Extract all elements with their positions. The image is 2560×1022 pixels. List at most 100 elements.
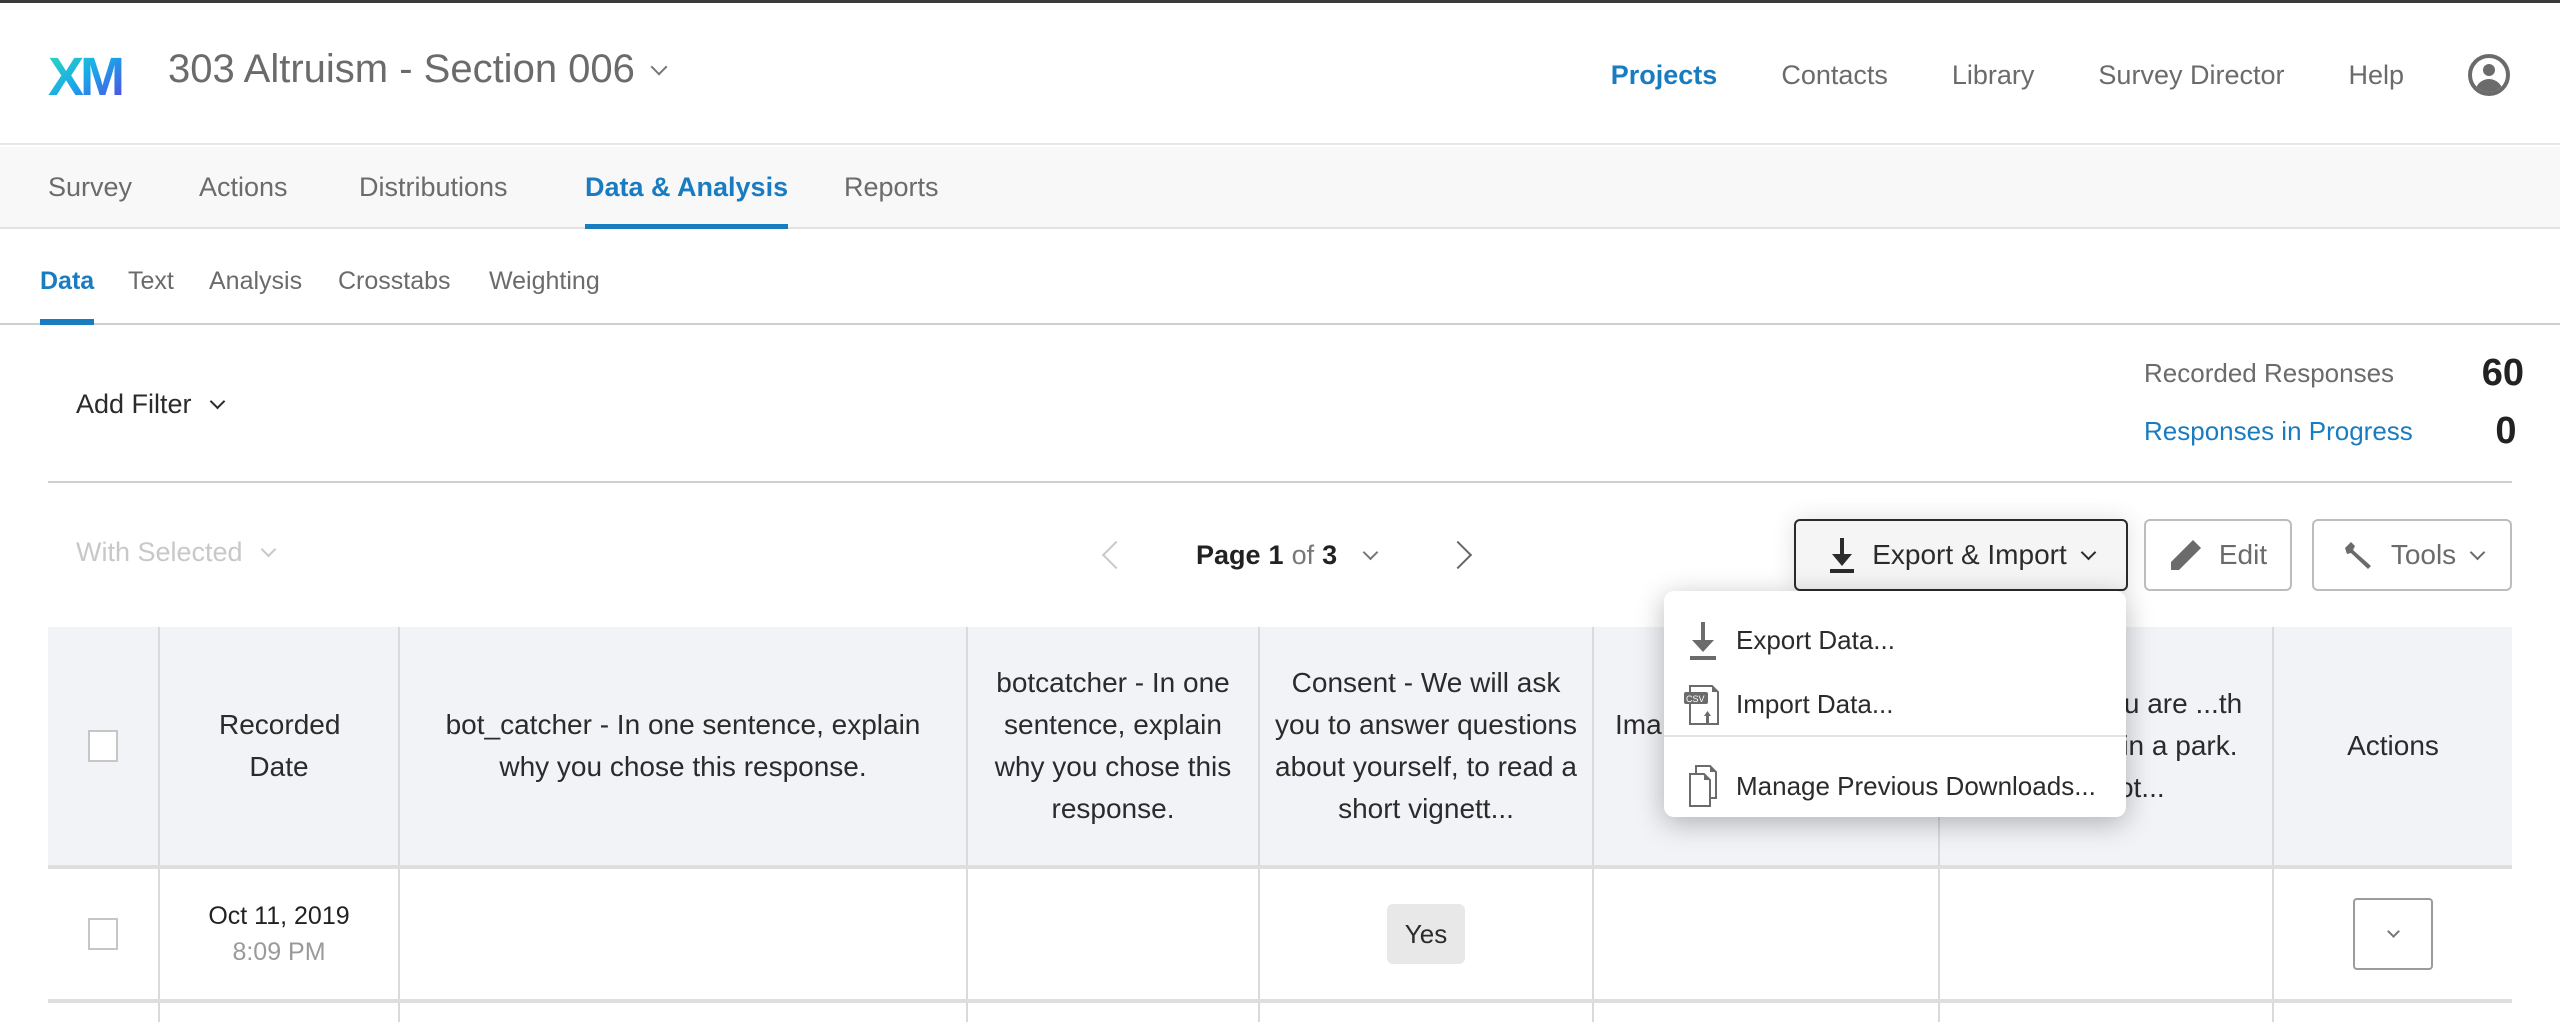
- row-actions-dropdown[interactable]: [2353, 898, 2433, 970]
- response-stats: Recorded Responses 60 Responses in Progr…: [2144, 349, 2524, 465]
- wrench-icon: [2344, 542, 2371, 569]
- edit-button[interactable]: Edit: [2144, 519, 2292, 591]
- export-import-menu: Export Data... CSV Import Data... Manage…: [1664, 591, 2126, 817]
- imagine-1-cell: [1592, 869, 1938, 999]
- chevron-down-icon: [2386, 924, 2400, 938]
- subtab-analysis[interactable]: Analysis: [209, 231, 302, 323]
- table-cell: [398, 1003, 966, 1022]
- table-row: [48, 1003, 2512, 1022]
- table-cell: [158, 1003, 398, 1022]
- chevron-down-icon: [2469, 544, 2486, 560]
- table-cell: [966, 1003, 1258, 1022]
- of-word: of: [1291, 539, 1315, 570]
- select-all-checkbox[interactable]: [88, 730, 118, 762]
- recorded-responses-row: Recorded Responses 60: [2144, 349, 2524, 397]
- recorded-responses-label: Recorded Responses: [2144, 357, 2395, 388]
- subtab-data[interactable]: Data: [40, 231, 95, 325]
- tools-label: Tools: [2390, 539, 2457, 570]
- chevron-down-icon: [260, 541, 276, 558]
- global-nav: Projects Contacts Library Survey Directo…: [1611, 43, 2560, 107]
- project-title-dropdown[interactable]: 303 Altruism - Section 006: [168, 47, 668, 92]
- tab-reports[interactable]: Reports: [844, 147, 939, 227]
- add-filter-label: Add Filter: [76, 389, 192, 419]
- nav-projects[interactable]: Projects: [1611, 43, 1718, 107]
- export-import-label: Export & Import: [1872, 539, 2067, 570]
- manage-downloads-label: Manage Previous Downloads...: [1736, 770, 2096, 801]
- chevron-down-icon: [650, 58, 668, 75]
- table-header: Recorded Date bot_catcher - In one sente…: [48, 627, 2512, 869]
- total-pages: 3: [1322, 539, 1338, 570]
- divider: [48, 481, 2512, 483]
- table-cell: [1938, 1003, 2272, 1022]
- responses-in-progress-count: 0: [2495, 409, 2517, 452]
- menu-item-export-data[interactable]: Export Data...: [1664, 609, 2126, 671]
- page-word: Page: [1196, 539, 1261, 570]
- responses-in-progress-row: Responses in Progress 0: [2144, 407, 2524, 455]
- nav-help[interactable]: Help: [2348, 43, 2404, 107]
- download-icon: [1690, 622, 1716, 660]
- menu-item-import-data[interactable]: CSV Import Data...: [1664, 673, 2126, 735]
- tools-button[interactable]: Tools: [2312, 519, 2512, 591]
- with-selected-label: With Selected: [76, 537, 243, 567]
- subtab-text[interactable]: Text: [128, 231, 174, 323]
- botcatcher-cell: [966, 869, 1258, 999]
- export-import-button[interactable]: Export & Import: [1794, 519, 2128, 591]
- table-cell: [1592, 1003, 1938, 1022]
- nav-library[interactable]: Library: [1952, 43, 2035, 107]
- column-header-bot-catcher[interactable]: bot_catcher - In one sentence, explain w…: [398, 627, 966, 865]
- menu-divider: [1664, 735, 2126, 737]
- previous-page-icon[interactable]: [1101, 540, 1131, 570]
- pagination: Page 1 of 3: [1100, 529, 1473, 581]
- page-select-dropdown[interactable]: Page 1 of 3: [1196, 539, 1379, 571]
- row-checkbox[interactable]: [88, 918, 118, 950]
- column-header-consent[interactable]: Consent - We will ask you to answer ques…: [1258, 627, 1592, 865]
- chevron-down-icon: [2080, 544, 2097, 560]
- tab-distributions[interactable]: Distributions: [359, 147, 508, 227]
- table-cell: [2272, 1003, 2512, 1022]
- nav-contacts[interactable]: Contacts: [1781, 43, 1888, 107]
- nav-survey-director[interactable]: Survey Director: [2098, 43, 2284, 107]
- tab-data-analysis[interactable]: Data & Analysis: [585, 147, 789, 229]
- subtab-crosstabs[interactable]: Crosstabs: [338, 231, 451, 323]
- import-data-label: Import Data...: [1736, 688, 1894, 719]
- column-header-actions: Actions: [2272, 627, 2512, 865]
- bot-catcher-cell: [398, 869, 966, 999]
- responses-table: Recorded Date bot_catcher - In one sente…: [48, 627, 2512, 1022]
- csv-upload-icon: CSV: [1684, 685, 1719, 725]
- recorded-date-cell: Oct 11, 2019 8:09 PM: [158, 869, 398, 999]
- user-account-icon[interactable]: [2468, 54, 2510, 96]
- subtab-weighting[interactable]: Weighting: [489, 231, 600, 323]
- recorded-date: Oct 11, 2019: [208, 902, 350, 930]
- documents-icon: [1689, 765, 1717, 807]
- consent-value-badge: Yes: [1386, 904, 1466, 964]
- menu-item-manage-downloads[interactable]: Manage Previous Downloads...: [1664, 755, 2126, 817]
- data-subtabs: Data Text Analysis Crosstabs Weighting: [0, 231, 2560, 325]
- add-filter-button[interactable]: Add Filter: [76, 389, 225, 420]
- next-page-icon[interactable]: [1443, 540, 1473, 570]
- project-tabs: Survey Actions Distributions Data & Anal…: [0, 147, 2560, 229]
- svg-text:CSV: CSV: [1686, 694, 1705, 704]
- current-page: 1: [1268, 539, 1284, 570]
- column-header-recorded-date[interactable]: Recorded Date: [158, 627, 398, 865]
- xm-logo[interactable]: XM: [48, 49, 132, 99]
- project-title: 303 Altruism - Section 006: [168, 47, 635, 91]
- download-icon: [1830, 538, 1855, 573]
- responses-in-progress-link[interactable]: Responses in Progress: [2144, 416, 2413, 447]
- tab-survey[interactable]: Survey: [48, 147, 132, 227]
- row-select-cell: [48, 869, 158, 999]
- select-all-cell: [48, 627, 158, 865]
- with-selected-dropdown[interactable]: With Selected: [76, 537, 276, 568]
- table-cell: [1258, 1003, 1592, 1022]
- table-row: Oct 11, 2019 8:09 PM Yes: [48, 869, 2512, 1003]
- table-cell: [48, 1003, 158, 1022]
- column-header-botcatcher[interactable]: botcatcher - In one sentence, explain wh…: [966, 627, 1258, 865]
- top-bar: XM 303 Altruism - Section 006 Projects C…: [0, 3, 2560, 145]
- svg-text:XM: XM: [48, 49, 122, 99]
- actions-cell: [2272, 869, 2512, 999]
- recorded-responses-count: 60: [2481, 351, 2524, 394]
- chevron-down-icon: [209, 393, 225, 410]
- tab-actions[interactable]: Actions: [199, 147, 288, 227]
- pencil-icon: [2170, 540, 2201, 570]
- consent-cell: Yes: [1258, 869, 1592, 999]
- export-data-label: Export Data...: [1736, 624, 1895, 655]
